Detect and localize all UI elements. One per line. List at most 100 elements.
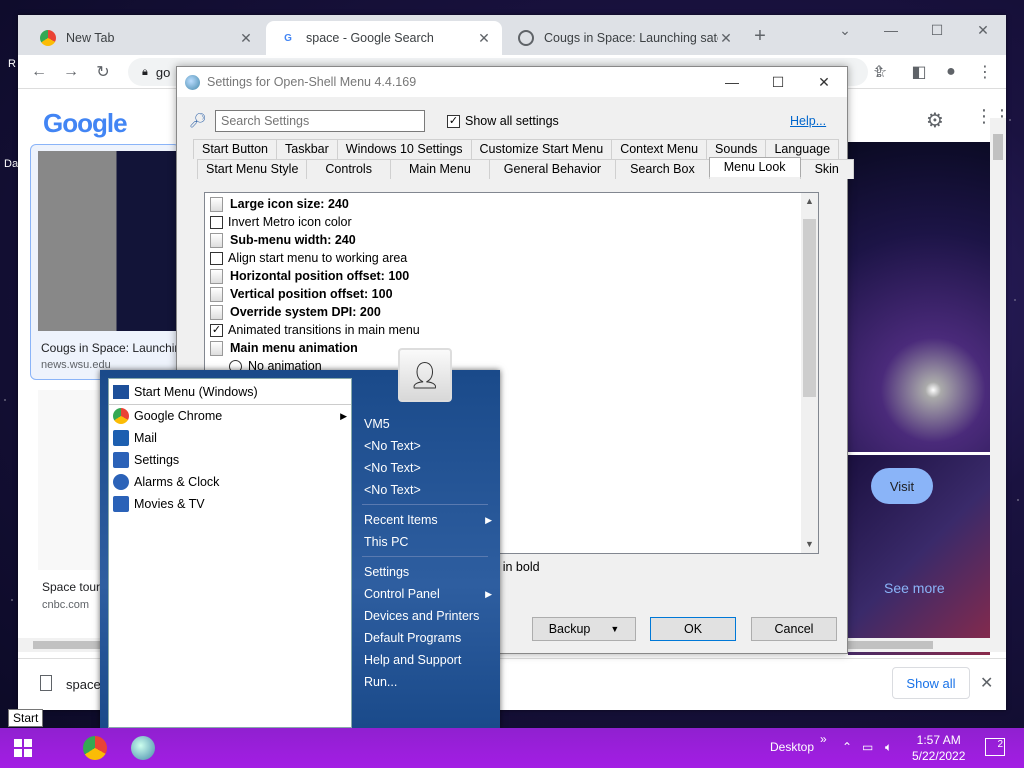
tab-main-menu[interactable]: Main Menu [389,159,490,179]
close-icon[interactable]: ✕ [238,30,254,47]
tab-taskbar[interactable]: Taskbar [276,139,338,159]
setting-item[interactable]: Large icon size: 240 [210,195,349,213]
start-right-no-text[interactable]: <No Text> [364,458,492,478]
start-right-help-support[interactable]: Help and Support [364,650,492,670]
tab-windows-10-settings[interactable]: Windows 10 Settings [336,139,472,159]
close-icon[interactable]: ✕ [960,15,1006,45]
see-more-link[interactable]: See more [884,580,945,596]
ok-button[interactable]: OK [650,617,736,641]
close-icon[interactable]: ✕ [980,673,993,693]
menu-kebab-icon[interactable]: ⋮ [974,61,996,83]
close-icon[interactable]: ✕ [476,30,492,47]
scroll-down-icon[interactable]: ▼ [801,536,818,553]
back-icon[interactable]: ← [28,61,50,83]
taskbar-clock[interactable]: 1:57 AM 5/22/2022 [912,732,965,764]
forward-icon[interactable]: → [60,61,82,83]
chrome-taskbar-icon[interactable] [83,736,107,760]
cancel-button[interactable]: Cancel [751,617,837,641]
start-item-alarms-clock[interactable]: Alarms & Clock [113,472,347,492]
start-item-movies-tv[interactable]: Movies & TV [113,494,347,514]
visit-button[interactable]: Visit [871,468,933,504]
minimize-icon[interactable]: — [868,15,914,45]
setting-item[interactable]: Vertical position offset: 100 [210,285,393,303]
open-shell-taskbar-icon[interactable] [131,736,155,760]
submenu-arrow-icon: ▶ [485,514,492,525]
setting-item[interactable]: Invert Metro icon color [210,213,352,231]
minimize-icon[interactable]: — [709,67,755,97]
profile-icon[interactable]: ● [940,61,962,83]
setting-item[interactable]: Horizontal position offset: 100 [210,267,409,285]
chevron-icon[interactable]: » [820,732,827,746]
tab-customize-start-menu[interactable]: Customize Start Menu [470,139,613,159]
vertical-scrollbar[interactable] [990,118,1006,638]
tab-google-search[interactable]: G space - Google Search ✕ [266,21,502,55]
show-all-downloads-button[interactable]: Show all [892,667,970,699]
start-item-mail[interactable]: Mail [113,428,347,448]
checkbox-checked-icon[interactable]: ✓ [210,323,223,337]
start-right-no-text[interactable]: <No Text> [364,480,492,500]
notification-icon[interactable]: 2 [985,738,1005,756]
start-right-control-panel[interactable]: Control Panel ▶ [364,584,492,604]
maximize-icon[interactable]: ☐ [914,15,960,45]
setting-item[interactable]: ✓ Animated transitions in main menu [210,321,420,339]
scroll-thumb[interactable] [803,219,816,397]
bookmark-star-icon[interactable]: ☆ [869,61,891,83]
start-right-vm5[interactable]: VM5 [364,414,492,434]
tab-sounds[interactable]: Sounds [706,139,767,159]
start-item-google-chrome[interactable]: Google Chrome ▶ [113,406,347,426]
checkbox-checked-icon[interactable]: ✓ [447,114,460,128]
setting-item[interactable]: Align start menu to working area [210,249,407,267]
help-link[interactable]: Help... [790,114,826,128]
start-right-recent-items[interactable]: Recent Items ▶ [364,510,492,530]
desktop-toolbar-label[interactable]: Desktop [770,740,814,754]
start-right-run[interactable]: Run... [364,672,492,692]
hero-image[interactable] [848,142,990,452]
list-scrollbar[interactable]: ▲ ▼ [801,193,818,553]
show-all-settings-checkbox[interactable]: ✓ Show all settings [447,114,559,128]
setting-item[interactable]: Override system DPI: 200 [210,303,381,321]
tray-overflow-icon[interactable]: ⌃ [842,740,852,754]
close-icon[interactable]: ✕ [718,30,734,47]
window-controls: ⌄ — ☐ ✕ [822,15,1006,45]
volume-icon[interactable]: 🔈︎ [885,740,892,755]
start-right-default-programs[interactable]: Default Programs [364,628,492,648]
tab-start-menu-style[interactable]: Start Menu Style [197,159,308,179]
gear-icon[interactable]: ⚙ [926,108,944,133]
scroll-up-icon[interactable]: ▲ [801,193,818,210]
tab-language[interactable]: Language [765,139,840,159]
start-menu-header[interactable]: Start Menu (Windows) [113,382,258,402]
new-tab-button[interactable]: + [748,25,772,48]
tab-skin[interactable]: Skin [799,159,854,179]
reload-icon[interactable]: ↻ [92,61,114,83]
network-icon[interactable]: ▭ [862,740,873,754]
checkbox-icon[interactable] [210,251,223,265]
tab-controls[interactable]: Controls [306,159,391,179]
checkbox-icon[interactable] [210,215,223,229]
tab-general-behavior[interactable]: General Behavior [488,159,617,179]
backup-button[interactable]: Backup ▼ [532,617,636,641]
close-icon[interactable]: ✕ [801,67,847,97]
start-right-devices-printers[interactable]: Devices and Printers [364,606,492,626]
side-panel-icon[interactable]: ◧ [908,61,930,83]
tab-context-menu[interactable]: Context Menu [611,139,708,159]
tab-new-tab[interactable]: New Tab ✕ [26,21,264,55]
start-right-this-pc[interactable]: This PC [364,532,492,552]
result-card[interactable]: Cougs in Space: Launchin news.wsu.edu [30,144,180,380]
tab-search-icon[interactable]: ⌄ [822,15,868,45]
start-right-settings[interactable]: Settings [364,562,492,582]
windows-start-button[interactable] [14,739,32,757]
tab-menu-look[interactable]: Menu Look [708,157,801,177]
download-file-name[interactable]: space [66,677,101,692]
start-item-settings[interactable]: Settings [113,450,347,470]
tab-start-button[interactable]: Start Button [193,139,278,159]
tab-cougs-in-space[interactable]: Cougs in Space: Launching satell ✕ [504,21,744,55]
setting-item[interactable]: Sub-menu width: 240 [210,231,356,249]
start-right-no-text[interactable]: <No Text> [364,436,492,456]
google-logo[interactable]: Google [43,108,128,139]
setting-item[interactable]: Main menu animation [210,339,358,357]
tab-search-box[interactable]: Search Box [615,159,710,179]
maximize-icon[interactable]: ☐ [755,67,801,97]
search-settings-input[interactable] [215,110,425,132]
scroll-thumb[interactable] [993,134,1003,160]
user-avatar-icon[interactable]: 👤︎ [398,348,452,402]
